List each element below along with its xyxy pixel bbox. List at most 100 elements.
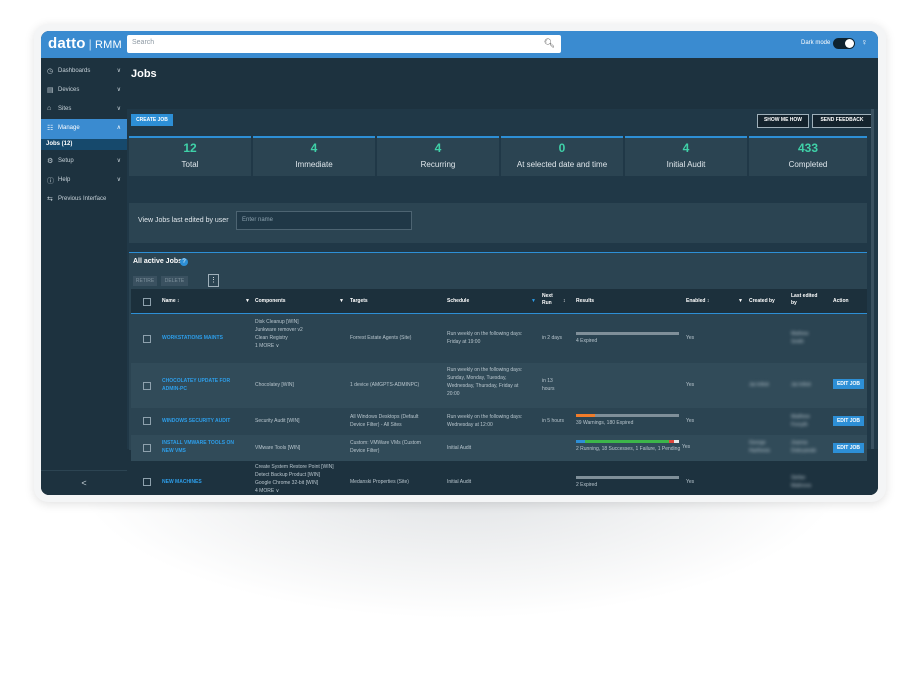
job-name-link[interactable]: CHOCOLATEY UPDATE FOR ADMIN-PC: [162, 377, 230, 393]
job-results[interactable]: 2 Running, 18 Successes, 1 Failure, 1 Pe…: [576, 445, 680, 453]
show-more-link[interactable]: 1 MORE ∨: [255, 342, 303, 350]
chevron-down-icon: ∨: [275, 488, 280, 494]
results-bar-segment: [576, 440, 585, 443]
schedule-line: Friday at 19:00: [447, 339, 481, 345]
schedule-line: Sunday, Monday, Tuesday,: [447, 375, 507, 381]
results-bar-segment: [576, 414, 595, 417]
retire-button[interactable]: RETIRE: [133, 276, 157, 286]
target-line: Device Filter): [350, 448, 380, 454]
stat-immediate[interactable]: 4 Immediate: [253, 136, 375, 176]
column-next-run[interactable]: Next Run: [542, 293, 553, 307]
column-label: Name: [162, 298, 176, 304]
job-name-link[interactable]: WORKSTATIONS MAINTS: [162, 334, 223, 342]
component-item: Detect Backup Product [WIN]: [255, 472, 321, 478]
search-icon[interactable]: 🔍︎: [544, 38, 555, 49]
more-actions-button[interactable]: ⋮: [208, 274, 219, 287]
schedule-line: 20:00: [447, 391, 460, 397]
show-more-link[interactable]: 4 MORE ∨: [255, 487, 334, 495]
column-name[interactable]: Name ↕: [162, 298, 180, 304]
logo-text: datto: [48, 35, 86, 52]
stat-recurring[interactable]: 4 Recurring: [377, 136, 499, 176]
table-row[interactable]: CHOCOLATEY UPDATE FOR ADMIN-PC Chocolate…: [131, 363, 867, 408]
sidebar-item-dashboards[interactable]: ◷ Dashboards ∨: [41, 62, 127, 80]
column-schedule[interactable]: Schedule: [447, 298, 469, 304]
search-input[interactable]: Search 🔍︎: [127, 35, 561, 53]
stat-scheduled[interactable]: 0 At selected date and time: [501, 136, 623, 176]
job-results[interactable]: 2 Expired: [576, 481, 597, 489]
sidebar-item-devices[interactable]: ▤ Devices ∨: [41, 81, 127, 99]
schedule-line: Wednesday, Thursday, Friday at: [447, 383, 519, 389]
stat-label: At selected date and time: [516, 160, 608, 169]
job-results[interactable]: 4 Expired: [576, 337, 597, 345]
row-checkbox[interactable]: [143, 478, 151, 486]
edit-job-button[interactable]: EDIT JOB: [833, 379, 864, 389]
chevron-down-icon: ∨: [116, 68, 121, 74]
collapse-sidebar-button[interactable]: <: [41, 470, 127, 495]
row-checkbox[interactable]: [143, 417, 151, 425]
sidebar-item-sites[interactable]: ⌂ Sites ∨: [41, 100, 127, 118]
column-last-edited[interactable]: Last edited by: [791, 293, 817, 307]
page-title: Jobs: [131, 68, 157, 80]
job-name-link[interactable]: INSTALL VMWARE TOOLS ON NEW VMS: [162, 439, 234, 455]
next-run-line: in 13: [542, 378, 553, 384]
chevron-down-icon: ∨: [275, 343, 280, 349]
user-icon[interactable]: ♀︎: [861, 37, 868, 47]
column-results[interactable]: Results: [576, 298, 594, 304]
schedule-line: Run weekly on the following days:: [447, 367, 523, 373]
job-results[interactable]: 39 Warnings, 180 Expired: [576, 419, 633, 427]
stat-value: 433: [797, 141, 819, 155]
stat-completed[interactable]: 433 Completed: [749, 136, 867, 176]
sidebar-item-label: Help: [58, 177, 71, 183]
table-row[interactable]: WORKSTATIONS MAINTS Disk Cleanup [WIN] J…: [131, 314, 867, 362]
dark-mode-label: Dark mode: [801, 40, 831, 46]
component-item: Create System Restore Point [WIN]: [255, 464, 334, 470]
job-name-link[interactable]: WINDOWS SECURITY AUDIT: [162, 417, 230, 425]
create-job-button[interactable]: CREATE JOB: [131, 114, 173, 126]
row-checkbox[interactable]: [143, 382, 151, 390]
stat-initial-audit[interactable]: 4 Initial Audit: [625, 136, 747, 176]
select-all-checkbox[interactable]: [143, 298, 151, 306]
results-bar-segment: [585, 440, 669, 443]
filter-icon[interactable]: ▼: [738, 298, 743, 304]
table-row[interactable]: WINDOWS SECURITY AUDIT Security Audit [W…: [131, 409, 867, 434]
job-enabled: Yes: [686, 335, 695, 341]
job-enabled: Yes: [682, 444, 691, 450]
column-enabled[interactable]: Enabled ↕: [686, 298, 709, 304]
sidebar-subitem-label: Jobs (12): [46, 141, 73, 147]
logo[interactable]: datto | RMM: [48, 35, 122, 52]
column-label: by: [791, 300, 797, 306]
row-checkbox[interactable]: [143, 335, 151, 343]
results-bar: [576, 440, 679, 443]
sidebar-item-previous-interface[interactable]: ⇆ Previous Interface: [41, 190, 127, 208]
chevron-down-icon: ∨: [116, 158, 121, 164]
sidebar-item-setup[interactable]: ⚙ Setup ∨: [41, 152, 127, 170]
main-area: Jobs CREATE JOB SHOW ME HOW SEND FEEDBAC…: [127, 58, 878, 495]
user-filter-input[interactable]: Enter name: [236, 211, 412, 230]
table-row[interactable]: NEW MACHINES Create System Restore Point…: [131, 462, 867, 495]
column-created-by[interactable]: Created by: [749, 298, 775, 304]
edit-job-button[interactable]: EDIT JOB: [833, 416, 864, 426]
filter-icon[interactable]: ▼: [531, 298, 536, 304]
job-name-link[interactable]: NEW MACHINES: [162, 478, 202, 486]
sort-icon[interactable]: ↕: [563, 298, 566, 304]
edit-job-button[interactable]: EDIT JOB: [833, 443, 864, 453]
column-components[interactable]: Components: [255, 298, 286, 304]
table-header: Name ↕ ▼ Components ▼ Targets Schedule ▼…: [131, 289, 867, 314]
job-components: VMware Tools [WIN]: [255, 445, 301, 451]
dark-mode-toggle[interactable]: [833, 38, 855, 49]
sidebar-item-help[interactable]: ⓘ Help ∨: [41, 171, 127, 189]
sidebar-subitem-jobs[interactable]: Jobs (12): [41, 139, 127, 150]
stat-total[interactable]: 12 Total: [129, 136, 251, 176]
schedule-line: Run weekly on the following days:: [447, 414, 523, 420]
sidebar-item-manage[interactable]: ☷ Manage ∧: [41, 119, 127, 139]
table-row[interactable]: INSTALL VMWARE TOOLS ON NEW VMS VMware T…: [131, 435, 867, 461]
help-icon[interactable]: ?: [180, 258, 188, 266]
row-checkbox[interactable]: [143, 444, 151, 452]
vertical-scrollbar[interactable]: [871, 109, 874, 449]
filter-icon[interactable]: ▼: [245, 298, 250, 304]
send-feedback-button[interactable]: SEND FEEDBACK: [812, 114, 872, 128]
column-targets[interactable]: Targets: [350, 298, 368, 304]
delete-button[interactable]: DELETE: [161, 276, 188, 286]
show-me-how-button[interactable]: SHOW ME HOW: [757, 114, 809, 128]
filter-icon[interactable]: ▼: [339, 298, 344, 304]
